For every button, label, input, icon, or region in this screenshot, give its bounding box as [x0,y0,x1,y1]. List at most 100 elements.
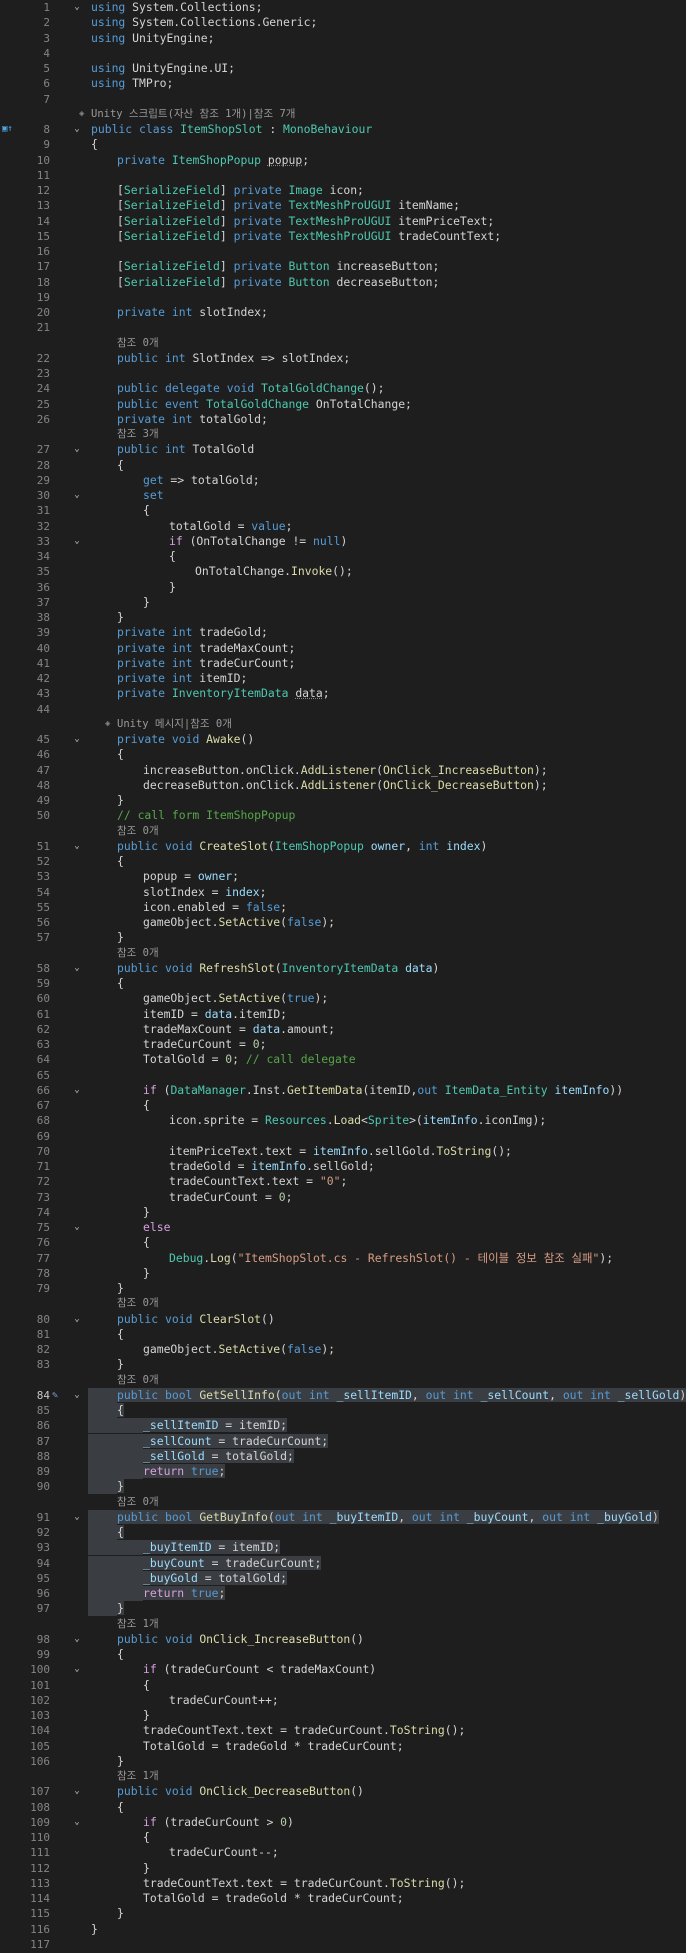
code-text[interactable]: using UnityEngine.UI; [91,61,686,76]
code-line[interactable]: 6 using TMPro; [0,76,686,91]
codelens-text[interactable]: Unity 메시지|참조 0개 [117,717,686,732]
code-line[interactable]: 85 { [0,1403,686,1419]
code-line[interactable]: 115} [0,1906,686,1921]
code-line[interactable]: 12 [SerializeField] private Image icon; [0,183,686,198]
code-line[interactable]: 92 { [0,1525,686,1541]
code-line[interactable]: 11 [0,168,686,183]
code-line[interactable]: 38} [0,610,686,625]
code-text[interactable]: { [143,503,686,518]
fold-chevron-icon[interactable]: ⌄ [72,961,82,976]
code-text[interactable]: tradeCurCount = 0; [143,1037,686,1052]
code-line[interactable]: 44 [0,702,686,717]
code-line[interactable]: 63 tradeCurCount = 0; [0,1037,686,1052]
code-text[interactable]: tradeMaxCount = data.amount; [143,1022,686,1037]
code-line[interactable]: 91 ⌄ public bool GetBuyInfo(out int _buyIt… [0,1509,686,1525]
code-line[interactable]: 94 _buyCount = tradeCurCount; [0,1555,686,1571]
code-editor[interactable]: 1 ⌄ using System.Collections; 2 using System… [0,0,686,1953]
codelens-line[interactable]: 참조 0개 [0,824,686,839]
code-line[interactable]: 56 gameObject.SetActive(false); [0,915,686,930]
code-text[interactable]: _sellCount = tradeCurCount; [143,1433,686,1449]
code-line[interactable]: 62 tradeMaxCount = data.amount; [0,1022,686,1037]
fold-chevron-icon[interactable]: ⌄ [72,1388,82,1403]
code-line[interactable]: 110 { [0,1830,686,1845]
codelens-text[interactable]: 참조 0개 [117,1296,686,1311]
code-text[interactable]: popup = owner; [143,869,686,884]
code-text[interactable]: using TMPro; [91,76,686,91]
code-text[interactable]: slotIndex = index; [143,885,686,900]
code-line[interactable]: 54 slotIndex = index; [0,885,686,900]
code-text[interactable]: tradeCountText.text = tradeCurCount.ToSt… [143,1876,686,1891]
code-line[interactable]: 76 { [0,1235,686,1250]
code-line[interactable]: 23 [0,366,686,381]
code-line[interactable]: 57} [0,930,686,945]
code-line[interactable]: 81 { [0,1327,686,1342]
codelens-text[interactable]: 참조 0개 [117,1495,686,1510]
code-line[interactable]: 90} [0,1479,686,1495]
code-text[interactable]: private void Awake() [117,732,686,747]
code-line[interactable]: 39 private int tradeGold; [0,625,686,640]
code-text[interactable]: { [143,1830,686,1845]
fold-chevron-icon[interactable]: ⌄ [72,1220,82,1235]
codelens-line[interactable]: 참조 0개 [0,1296,686,1311]
code-line[interactable]: 49} [0,793,686,808]
code-line[interactable]: 32 totalGold = value; [0,519,686,534]
code-line[interactable]: 75 ⌄ else [0,1220,686,1235]
code-line[interactable]: 28 { [0,458,686,473]
code-line[interactable]: 53 popup = owner; [0,869,686,884]
code-line[interactable]: 84 ✎ ⌄ public bool GetSellInfo(out int _sel… [0,1387,686,1403]
code-text[interactable]: { [143,1678,686,1693]
code-line[interactable]: 31 { [0,503,686,518]
code-line[interactable]: 60 gameObject.SetActive(true); [0,991,686,1006]
code-line[interactable]: 108 { [0,1800,686,1815]
code-text[interactable]: } [143,1861,686,1876]
code-text[interactable]: { [169,549,686,564]
code-text[interactable]: gameObject.SetActive(true); [143,991,686,1006]
quick-action-icon[interactable]: ✎ [52,1388,58,1403]
code-line[interactable]: 30 ⌄ set [0,488,686,503]
code-text[interactable]: public void OnClick_DecreaseButton() [117,1784,686,1799]
code-line[interactable]: 22 public int SlotIndex => slotIndex; [0,351,686,366]
codelens-text[interactable]: 참조 1개 [117,1617,686,1632]
code-text[interactable]: } [91,1922,686,1937]
fold-chevron-icon[interactable]: ⌄ [72,1510,82,1525]
code-text[interactable]: [SerializeField] private Button decrease… [117,275,686,290]
code-text[interactable]: { [117,1800,686,1815]
code-text[interactable]: { [117,1403,686,1418]
code-text[interactable]: _buyItemID = itemID; [143,1540,686,1555]
code-text[interactable]: if (tradeCurCount < tradeMaxCount) [143,1662,686,1677]
code-line[interactable]: 41 private int tradeCurCount; [0,656,686,671]
code-text[interactable]: public void RefreshSlot(InventoryItemDat… [117,961,686,976]
code-line[interactable]: 7 [0,92,686,107]
code-line[interactable]: 83} [0,1357,686,1372]
code-line[interactable]: 65 [0,1068,686,1083]
codelens-text[interactable]: 참조 0개 [117,824,686,839]
code-line[interactable]: 93 _buyItemID = itemID; [0,1540,686,1556]
code-text[interactable]: using System.Collections; [91,0,686,15]
code-text[interactable]: [SerializeField] private Image icon; [117,183,686,198]
codelens-line[interactable]: ◈ Unity 메시지|참조 0개 [0,717,686,732]
codelens-text[interactable]: 참조 1개 [117,1769,686,1784]
codelens-line[interactable]: 참조 1개 [0,1617,686,1632]
code-text[interactable]: private int tradeGold; [117,625,686,640]
code-line[interactable]: 64 TotalGold = 0; // call delegate [0,1052,686,1067]
code-text[interactable]: tradeCurCount--; [169,1845,686,1860]
code-line[interactable]: 3 using UnityEngine; [0,31,686,46]
code-line[interactable]: 68 icon.sprite = Resources.Load<Sprite>(i… [0,1113,686,1128]
code-line[interactable]: 52 { [0,854,686,869]
code-line[interactable]: 55 icon.enabled = false; [0,900,686,915]
code-line[interactable]: 58 ⌄ public void RefreshSlot(InventoryItem… [0,961,686,976]
code-line[interactable]: 106} [0,1754,686,1769]
code-line[interactable]: 47 increaseButton.onClick.AddListener(OnC… [0,763,686,778]
code-line[interactable]: 14 [SerializeField] private TextMeshProUG… [0,214,686,229]
code-text[interactable]: } [143,595,686,610]
code-line[interactable]: 24 public delegate void TotalGoldChange()… [0,381,686,396]
code-line[interactable]: 71 tradeGold = itemInfo.sellGold; [0,1159,686,1174]
code-line[interactable]: 70 itemPriceText.text = itemInfo.sellGold… [0,1144,686,1159]
code-line[interactable]: 43 private InventoryItemData data; [0,686,686,701]
fold-chevron-icon[interactable]: ⌄ [72,0,82,15]
code-line[interactable]: 114 TotalGold = tradeGold * tradeCurCount… [0,1891,686,1906]
code-text[interactable]: private int tradeCurCount; [117,656,686,671]
code-line[interactable]: 15 [SerializeField] private TextMeshProUG… [0,229,686,244]
fold-chevron-icon[interactable]: ⌄ [72,1815,82,1830]
code-text[interactable]: totalGold = value; [169,519,686,534]
